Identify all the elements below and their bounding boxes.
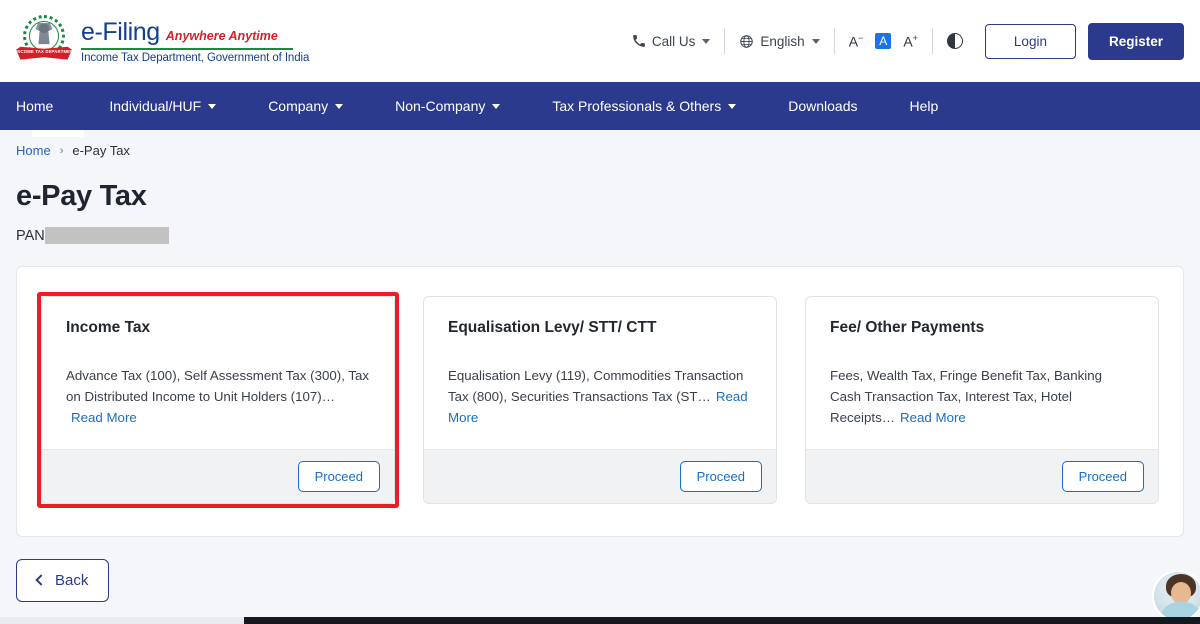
card-footer: Proceed [42,449,394,503]
nav-label: Downloads [788,98,857,114]
nav-item-individual-huf[interactable]: Individual/HUF [83,82,242,130]
proceed-button[interactable]: Proceed [298,461,380,492]
window-bottom-edge-left [0,617,244,624]
card-body: Fee/ Other Payments Fees, Wealth Tax, Fr… [806,297,1158,449]
nav-label: Non-Company [395,98,485,114]
pan-label: PAN [16,228,45,244]
brand-divider [81,48,293,50]
nav-active-indicator [32,130,84,137]
card-body: Income Tax Advance Tax (100), Self Asses… [42,297,394,449]
brand-title: e-Filing [81,20,160,45]
card-description: Fees, Wealth Tax, Fringe Benefit Tax, Ba… [830,365,1134,428]
main-navigation: Home Individual/HUF Company Non-Company … [0,82,1200,130]
language-label: English [760,34,804,49]
card-description-text: Fees, Wealth Tax, Fringe Benefit Tax, Ba… [830,368,1102,425]
card-footer: Proceed [424,449,776,503]
card-equalisation-levy-stt-ctt[interactable]: Equalisation Levy/ STT/ CTT Equalisation… [423,296,777,504]
brand-logo[interactable]: INCOME TAX DEPARTMENT e-Filing Anywhere … [16,13,309,69]
site-header: INCOME TAX DEPARTMENT e-Filing Anywhere … [0,0,1200,82]
read-more-link[interactable]: Read More [71,410,137,425]
back-label: Back [55,572,88,589]
emblem-ribbon-text: INCOME TAX DEPARTMENT [16,49,72,54]
brand-tagline: Anywhere Anytime [166,30,278,43]
font-decrease-button[interactable]: A− [849,34,864,49]
font-normal-button[interactable]: A [875,33,891,49]
proceed-button[interactable]: Proceed [1062,461,1144,492]
pan-row: PAN [16,227,1200,244]
language-menu[interactable]: English [725,34,833,49]
nav-label: Tax Professionals & Others [552,98,721,114]
nav-item-help[interactable]: Help [884,82,965,130]
brand-subtitle: Income Tax Department, Government of Ind… [81,53,309,65]
read-more-link[interactable]: Read More [900,410,966,425]
card-title: Equalisation Levy/ STT/ CTT [448,319,752,337]
card-fee-other-payments[interactable]: Fee/ Other Payments Fees, Wealth Tax, Fr… [805,296,1159,504]
chevron-down-icon [812,39,820,44]
page-title: e-Pay Tax [16,180,1200,213]
breadcrumb-home[interactable]: Home [16,143,51,158]
card-description-text: Equalisation Levy (119), Commodities Tra… [448,368,743,404]
card-body: Equalisation Levy/ STT/ CTT Equalisation… [424,297,776,449]
contrast-icon[interactable] [947,33,963,49]
card-description: Advance Tax (100), Self Assessment Tax (… [66,365,370,428]
chevron-down-icon [702,39,710,44]
back-button[interactable]: Back [16,559,109,602]
nav-item-home[interactable]: Home [16,82,83,130]
chevron-down-icon [728,104,736,109]
chat-agent-avatar-icon[interactable] [1152,570,1200,622]
register-button[interactable]: Register [1088,23,1184,60]
card-title: Fee/ Other Payments [830,319,1134,337]
call-us-menu[interactable]: Call Us [618,34,725,49]
back-row: Back [16,559,1200,602]
nav-label: Home [16,98,53,114]
card-footer: Proceed [806,449,1158,503]
nav-item-tax-professionals[interactable]: Tax Professionals & Others [526,82,762,130]
phone-icon [632,34,646,48]
card-income-tax[interactable]: Income Tax Advance Tax (100), Self Asses… [41,296,395,504]
window-bottom-edge [244,617,1200,624]
proceed-button[interactable]: Proceed [680,461,762,492]
call-us-label: Call Us [652,34,696,49]
chevron-down-icon [492,104,500,109]
pan-value-redacted [45,227,169,244]
font-size-controls: A− A A+ [835,33,932,49]
card-description-text: Advance Tax (100), Self Assessment Tax (… [66,368,369,404]
nav-label: Help [910,98,939,114]
card-title: Income Tax [66,319,370,337]
chevron-down-icon [208,104,216,109]
font-increase-button[interactable]: A+ [903,34,918,49]
nav-label: Company [268,98,328,114]
breadcrumb-separator: › [60,145,64,157]
card-description: Equalisation Levy (119), Commodities Tra… [448,365,752,428]
breadcrumb-current: e-Pay Tax [72,143,130,158]
login-button[interactable]: Login [985,24,1076,59]
header-divider [932,28,933,54]
header-actions: Call Us English A− A A+ Login Register [618,0,1184,82]
chevron-down-icon [335,104,343,109]
chevron-left-icon [35,574,46,585]
nav-item-company[interactable]: Company [242,82,369,130]
nav-item-downloads[interactable]: Downloads [762,82,883,130]
india-emblem-icon: INCOME TAX DEPARTMENT [16,13,72,69]
nav-item-non-company[interactable]: Non-Company [369,82,526,130]
breadcrumb: Home › e-Pay Tax [0,130,1200,158]
globe-icon [739,34,754,49]
nav-label: Individual/HUF [109,98,201,114]
payment-category-panel: Income Tax Advance Tax (100), Self Asses… [16,266,1184,537]
